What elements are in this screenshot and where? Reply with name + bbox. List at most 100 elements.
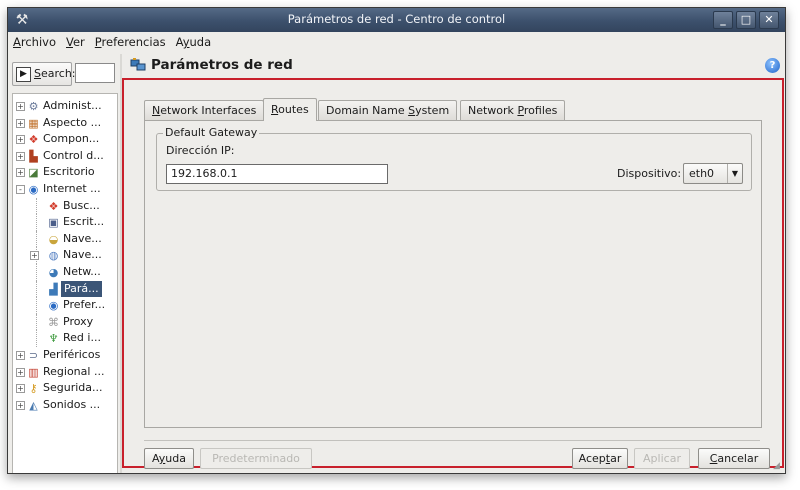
- cancel-button[interactable]: Cancelar: [698, 448, 770, 469]
- module-tree: + ⚙ Administ... + ▦ Aspecto ... + ❖ Compon... + ▙ C…: [12, 93, 118, 473]
- device-label: Dispositivo:: [617, 167, 682, 180]
- tree-item[interactable]: ♆ Red i...: [13, 330, 117, 347]
- tree-item-label: Segurida...: [43, 381, 103, 395]
- tree-item[interactable]: + ⚷ Segurida...: [13, 380, 117, 397]
- expand-icon[interactable]: +: [16, 118, 25, 128]
- help-button[interactable]: Ayuda: [144, 448, 194, 469]
- tree-item[interactable]: + ❖ Compon...: [13, 131, 117, 148]
- expand-icon[interactable]: +: [16, 400, 25, 410]
- maximize-button[interactable]: □: [736, 11, 756, 29]
- expand-icon[interactable]: +: [16, 367, 25, 377]
- tree-item-label: Busc...: [63, 198, 100, 212]
- page-title: Parámetros de red: [151, 57, 293, 73]
- tree-item-label: Netw...: [63, 264, 101, 278]
- tree-item[interactable]: ⌘ Proxy: [13, 313, 117, 331]
- menu-ver[interactable]: Ver: [61, 32, 90, 49]
- web-search-icon: ❖: [48, 199, 59, 213]
- tree-item-label: Proxy: [63, 314, 94, 328]
- tree-item[interactable]: + ⊃ Periféricos: [13, 347, 117, 364]
- tree-item-label: Internet ...: [43, 181, 101, 195]
- proxy-icon: ⌘: [48, 315, 59, 329]
- apply-button[interactable]: Aplicar: [634, 448, 690, 469]
- expand-icon[interactable]: +: [16, 384, 25, 394]
- tree-item-label: Control d...: [43, 148, 104, 162]
- tree-branch-line: [36, 263, 38, 281]
- tree-item[interactable]: + ◪ Escritorio: [13, 164, 117, 181]
- tree-item-label: Red i...: [63, 331, 101, 345]
- tab-routes[interactable]: Routes: [263, 98, 317, 121]
- routes-panel: Default Gateway Dirección IP: 192.168.0.…: [144, 120, 762, 428]
- expand-icon[interactable]: +: [16, 151, 25, 161]
- tree-branch-line: [36, 330, 38, 347]
- expand-icon[interactable]: +: [16, 102, 25, 111]
- tree-item[interactable]: + ▙ Control d...: [13, 148, 117, 165]
- regional-icon: ▥: [28, 365, 39, 379]
- preferences-icon: ◉: [48, 299, 59, 313]
- appearance-icon: ▦: [28, 116, 39, 130]
- defaults-button[interactable]: Predeterminado: [200, 448, 312, 469]
- close-button[interactable]: ✕: [759, 11, 779, 29]
- tree-item[interactable]: ◉ Prefer...: [13, 297, 117, 314]
- internet-icon: ◉: [28, 182, 39, 196]
- tree-item[interactable]: + ▥ Regional ...: [13, 364, 117, 381]
- network-icon: ◕: [48, 265, 59, 279]
- device-select[interactable]: eth0 ▼: [683, 163, 743, 184]
- minimize-button[interactable]: _: [713, 11, 733, 29]
- tree-item[interactable]: ▟ Pará...: [13, 280, 117, 298]
- admin-icon: ⚙: [28, 100, 39, 113]
- chevron-down-icon: ▼: [727, 164, 742, 183]
- help-icon[interactable]: ?: [765, 58, 780, 73]
- tree-branch-line: [36, 280, 38, 298]
- tree-item-label: Periféricos: [43, 347, 101, 361]
- tree-branch-line: [36, 297, 38, 314]
- tree-item[interactable]: ❖ Busc...: [13, 197, 117, 215]
- title-bar[interactable]: ⚒ Parámetros de red - Centro de control …: [8, 8, 785, 32]
- sidebar: ▶ Search: + ⚙ Administ... + ▦ Aspecto ... + ❖ Co…: [8, 54, 120, 473]
- tree-item-label: Escrit...: [63, 215, 105, 229]
- browser-icon: ◍: [48, 249, 59, 263]
- expand-icon[interactable]: +: [16, 350, 25, 360]
- tree-item[interactable]: + ▦ Aspecto ...: [13, 115, 117, 132]
- resize-grip-icon[interactable]: ◢: [773, 461, 783, 471]
- default-gateway-group: Default Gateway Dirección IP: 192.168.0.…: [156, 126, 752, 191]
- default-gateway-title: Default Gateway: [163, 126, 260, 139]
- tree-item[interactable]: + ⚙ Administ...: [13, 98, 117, 115]
- ip-address-label: Dirección IP:: [166, 144, 235, 157]
- collapse-icon[interactable]: -: [16, 184, 25, 194]
- tree-item[interactable]: + ◭ Sonidos ...: [13, 397, 117, 414]
- tree-item-label: Prefer...: [63, 298, 106, 312]
- expand-icon[interactable]: +: [30, 251, 39, 261]
- shared-desktop-icon: ▣: [48, 216, 59, 230]
- tree-item-label: Sonidos ...: [43, 397, 101, 411]
- menu-ayuda[interactable]: Ayuda: [171, 32, 217, 49]
- menu-archivo[interactable]: Archivo: [8, 32, 61, 49]
- tree-item[interactable]: ◒ Nave...: [13, 230, 117, 248]
- module-header: Parámetros de red ?: [126, 54, 785, 78]
- tab-network-profiles[interactable]: Network Profiles: [460, 100, 566, 120]
- search-input[interactable]: [75, 63, 115, 83]
- expand-icon[interactable]: +: [16, 135, 25, 145]
- expand-icon[interactable]: +: [16, 168, 25, 178]
- search-button[interactable]: ▶ Search:: [12, 62, 76, 86]
- components-icon: ❖: [28, 133, 39, 147]
- ip-address-input[interactable]: 192.168.0.1: [166, 164, 388, 184]
- tree-item-label: Administ...: [43, 99, 102, 112]
- accept-button[interactable]: Aceptar: [572, 448, 628, 469]
- tree-branch-line: [36, 197, 38, 215]
- browser-cache-icon: ◒: [48, 232, 59, 246]
- tree-branch-line: [36, 313, 38, 331]
- tab-network-interfaces[interactable]: Network Interfaces: [144, 100, 265, 120]
- tree-item-label: Regional ...: [43, 364, 105, 378]
- peripherals-icon: ⊃: [28, 348, 39, 362]
- menu-preferencias[interactable]: Preferencias: [90, 32, 171, 49]
- tree-item[interactable]: + ◍ Nave...: [13, 247, 117, 264]
- tab-domain-name-system[interactable]: Domain Name System: [318, 100, 458, 120]
- tree-item[interactable]: - ◉ Internet ...: [13, 181, 117, 198]
- tree-item-label: Pará...: [61, 280, 102, 298]
- tree-item-label: Nave...: [63, 231, 102, 245]
- tree-branch-line: [36, 214, 38, 231]
- tree-item[interactable]: ◕ Netw...: [13, 263, 117, 281]
- clear-search-icon: ▶: [16, 67, 31, 82]
- local-network-icon: ♆: [48, 332, 59, 346]
- tree-item[interactable]: ▣ Escrit...: [13, 214, 117, 231]
